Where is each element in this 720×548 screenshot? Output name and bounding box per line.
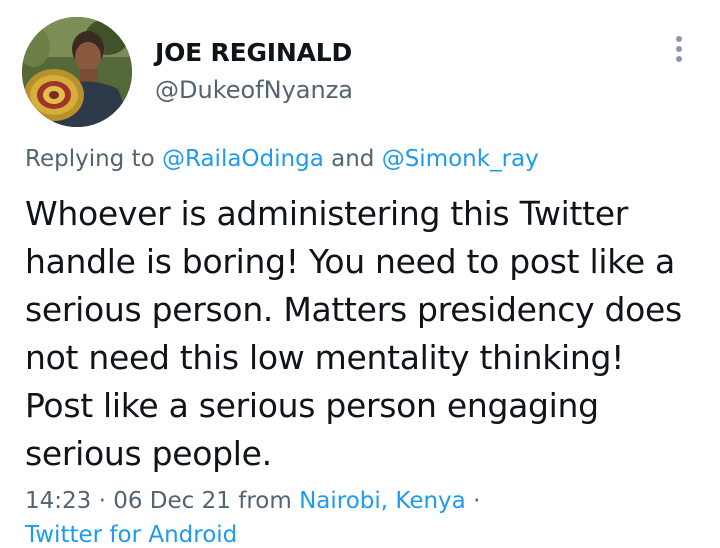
avatar[interactable] <box>22 17 132 127</box>
tweet-text-line: Post like a serious person engaging <box>25 386 599 425</box>
tweet-location[interactable]: Nairobi, Kenya <box>299 488 466 514</box>
more-dot <box>676 46 682 52</box>
more-dot <box>676 56 682 62</box>
tweet-time[interactable]: 14:23 <box>25 488 91 514</box>
meta-separator: · <box>91 488 114 514</box>
tweet-date[interactable]: 06 Dec 21 <box>113 488 231 514</box>
mention-simonk-ray[interactable]: @Simonk_ray <box>382 146 539 172</box>
meta-from: from <box>230 488 300 514</box>
avatar-photo <box>22 17 132 127</box>
mention-raila-odinga[interactable]: @RailaOdinga <box>162 146 324 172</box>
tweet-meta: 14:23 · 06 Dec 21 from Nairobi, Kenya · <box>25 488 480 514</box>
tweet-text-line: Whoever is administering this Twitter <box>25 194 629 233</box>
tweet: JOE REGINALD @DukeofNyanza Replying to @… <box>0 0 720 548</box>
tweet-text-line: serious person. Matters presidency does <box>25 290 682 329</box>
replying-conjunction: and <box>323 146 382 172</box>
more-dot <box>676 36 682 42</box>
tweet-text-line: handle is boring! You need to post like … <box>25 242 675 281</box>
replying-to: Replying to @RailaOdinga and @Simonk_ray <box>25 146 539 172</box>
tweet-source[interactable]: Twitter for Android <box>25 522 237 548</box>
replying-prefix: Replying to <box>25 146 162 172</box>
tweet-text-line: serious people. <box>25 434 272 473</box>
more-options-icon[interactable] <box>664 32 694 66</box>
author-handle[interactable]: @DukeofNyanza <box>155 76 353 104</box>
tweet-text: Whoever is administering this Twitter ha… <box>25 190 715 478</box>
tweet-text-line: not need this low mentality thinking! <box>25 338 625 377</box>
author-display-name[interactable]: JOE REGINALD <box>155 38 352 67</box>
meta-separator: · <box>465 488 481 514</box>
